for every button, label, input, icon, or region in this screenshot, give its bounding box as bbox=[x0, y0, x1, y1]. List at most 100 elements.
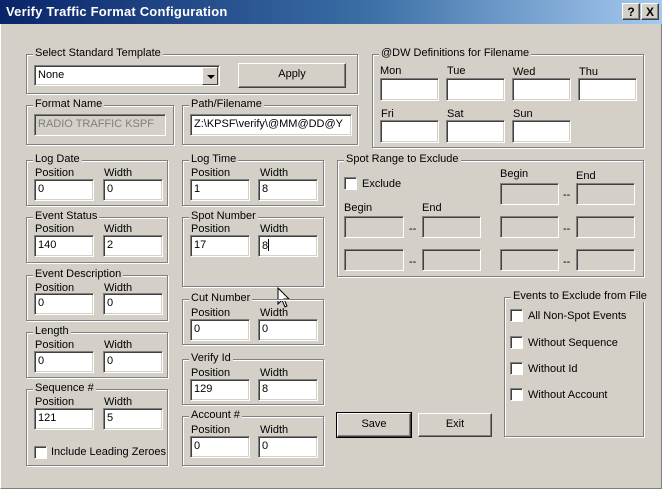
account-legend: Account # bbox=[189, 409, 242, 421]
range-2-end-field bbox=[422, 216, 481, 238]
log-time-position-label: Position bbox=[191, 167, 231, 179]
close-button[interactable]: X bbox=[641, 3, 659, 20]
range-begin-label: Begin bbox=[500, 168, 529, 180]
template-select[interactable]: None bbox=[34, 65, 220, 86]
log-date-position-field[interactable]: 0 bbox=[34, 179, 94, 201]
without-sequence-label: Without Sequence bbox=[528, 337, 618, 349]
range-2-separator: -- bbox=[409, 223, 417, 235]
sequence-width-field[interactable]: 5 bbox=[103, 408, 163, 430]
format-name-field: RADIO TRAFFIC KSPF bbox=[34, 114, 166, 136]
title-bar[interactable]: Verify Traffic Format Configuration ? X bbox=[0, 0, 662, 24]
event-description-position-field[interactable]: 0 bbox=[34, 293, 94, 315]
without-id-label: Without Id bbox=[528, 363, 578, 375]
dw-mon-label: Mon bbox=[380, 65, 402, 77]
chevron-down-icon[interactable] bbox=[202, 67, 218, 85]
spot-number-width-label: Width bbox=[260, 223, 289, 235]
range-4-end-field bbox=[422, 249, 481, 271]
without-sequence-checkbox[interactable] bbox=[510, 336, 523, 349]
dw-tue-label: Tue bbox=[447, 65, 466, 77]
range-1-begin-field bbox=[500, 183, 559, 205]
include-leading-zeroes-label: Include Leading Zeroes bbox=[51, 446, 166, 458]
help-button[interactable]: ? bbox=[622, 3, 640, 20]
range-4-begin-field bbox=[344, 249, 404, 271]
verify-id-width-field[interactable]: 8 bbox=[258, 379, 318, 401]
length-width-field[interactable]: 0 bbox=[103, 351, 163, 373]
without-account-label: Without Account bbox=[528, 389, 608, 401]
format-name-legend: Format Name bbox=[33, 98, 105, 110]
spot-range-legend: Spot Range to Exclude bbox=[344, 153, 461, 165]
cut-number-position-field[interactable]: 0 bbox=[190, 319, 250, 341]
length-width-label: Width bbox=[104, 339, 133, 351]
account-width-field[interactable]: 0 bbox=[258, 436, 318, 458]
dw-wed-field[interactable] bbox=[512, 78, 571, 101]
event-status-position-label: Position bbox=[35, 223, 75, 235]
dw-sun-field[interactable] bbox=[512, 120, 571, 143]
verify-id-width-label: Width bbox=[260, 367, 289, 379]
exclude-checkbox[interactable] bbox=[344, 177, 357, 190]
sequence-width-label: Width bbox=[104, 396, 133, 408]
spot-number-width-field[interactable]: 8 bbox=[258, 235, 318, 257]
spot-number-position-label: Position bbox=[191, 223, 231, 235]
range-5-begin-field bbox=[500, 249, 559, 271]
path-filename-legend: Path/Filename bbox=[189, 98, 264, 110]
range-5-end-field bbox=[576, 249, 635, 271]
save-button[interactable]: Save bbox=[336, 412, 412, 438]
dw-thu-field[interactable] bbox=[578, 78, 637, 101]
event-status-width-label: Width bbox=[104, 223, 133, 235]
log-time-legend: Log Time bbox=[189, 153, 239, 165]
log-date-legend: Log Date bbox=[33, 153, 82, 165]
apply-button[interactable]: Apply bbox=[238, 63, 346, 88]
dw-mon-field[interactable] bbox=[380, 78, 439, 101]
range-5-separator: -- bbox=[563, 256, 571, 268]
log-time-position-field[interactable]: 1 bbox=[190, 179, 250, 201]
text-caret bbox=[268, 239, 270, 251]
range-1-end-field bbox=[576, 183, 635, 205]
template-legend: Select Standard Template bbox=[33, 47, 163, 59]
without-id-checkbox[interactable] bbox=[510, 362, 523, 375]
range-3-begin-field bbox=[500, 216, 559, 238]
range-4-separator: -- bbox=[409, 256, 417, 268]
range-3-separator: -- bbox=[563, 223, 571, 235]
cut-number-width-field[interactable]: 0 bbox=[258, 319, 318, 341]
dw-fri-label: Fri bbox=[381, 108, 394, 120]
dw-fri-field[interactable] bbox=[380, 120, 439, 143]
spot-number-position-field[interactable]: 17 bbox=[190, 235, 250, 257]
all-non-spot-events-checkbox[interactable] bbox=[510, 309, 523, 322]
dw-sat-label: Sat bbox=[447, 108, 464, 120]
dw-sun-label: Sun bbox=[513, 108, 533, 120]
account-position-field[interactable]: 0 bbox=[190, 436, 250, 458]
log-date-position-label: Position bbox=[35, 167, 75, 179]
verify-id-position-label: Position bbox=[191, 367, 231, 379]
exit-button[interactable]: Exit bbox=[418, 413, 492, 437]
all-non-spot-events-label: All Non-Spot Events bbox=[528, 310, 627, 322]
event-status-position-field[interactable]: 140 bbox=[34, 235, 94, 257]
length-position-field[interactable]: 0 bbox=[34, 351, 94, 373]
cut-number-width-label: Width bbox=[260, 307, 289, 319]
window-title: Verify Traffic Format Configuration bbox=[6, 4, 228, 19]
length-position-label: Position bbox=[35, 339, 75, 351]
length-legend: Length bbox=[33, 325, 71, 337]
event-status-width-field[interactable]: 2 bbox=[103, 235, 163, 257]
account-position-label: Position bbox=[191, 424, 231, 436]
range-1-separator: -- bbox=[563, 189, 571, 201]
range-3-end-field bbox=[576, 216, 635, 238]
log-time-width-field[interactable]: 8 bbox=[258, 179, 318, 201]
sequence-legend: Sequence # bbox=[33, 382, 96, 394]
sequence-position-field[interactable]: 121 bbox=[34, 408, 94, 430]
range-2-begin-field bbox=[344, 216, 404, 238]
verify-id-legend: Verify Id bbox=[189, 352, 233, 364]
log-date-width-field[interactable]: 0 bbox=[103, 179, 163, 201]
range-begin-label-left: Begin bbox=[344, 202, 373, 214]
dw-definitions-legend: @DW Definitions for Filename bbox=[379, 47, 532, 59]
spot-number-legend: Spot Number bbox=[189, 210, 258, 222]
template-selected-value: None bbox=[38, 69, 65, 81]
dw-sat-field[interactable] bbox=[446, 120, 505, 143]
without-account-checkbox[interactable] bbox=[510, 388, 523, 401]
verify-id-position-field[interactable]: 129 bbox=[190, 379, 250, 401]
range-end-label-left: End bbox=[422, 202, 442, 214]
include-leading-zeroes-checkbox[interactable] bbox=[34, 446, 47, 459]
dw-tue-field[interactable] bbox=[446, 78, 505, 101]
cut-number-legend: Cut Number bbox=[189, 292, 253, 304]
path-filename-field[interactable]: Z:\KPSF\verify\@MM@DD@Y bbox=[190, 114, 352, 136]
event-description-width-field[interactable]: 0 bbox=[103, 293, 163, 315]
